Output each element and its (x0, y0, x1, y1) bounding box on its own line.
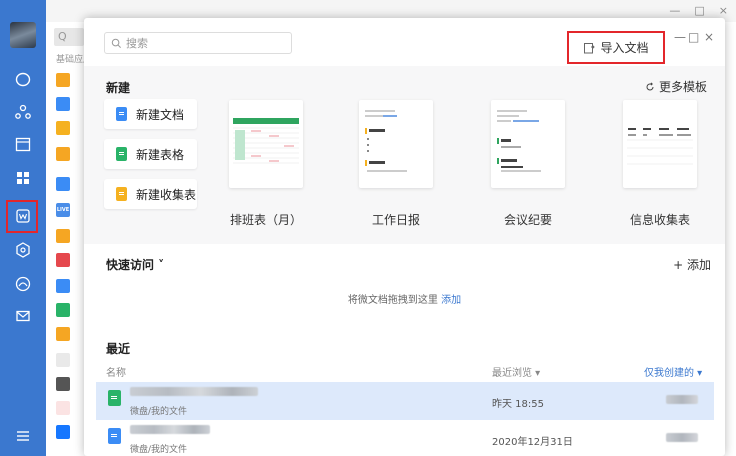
meeting-minutes-thumbnail (497, 110, 541, 172)
new-spreadsheet-label: 新建表格 (136, 147, 185, 162)
column-header-last-browsed[interactable]: 最近浏览 ▾ (492, 364, 540, 379)
table-row[interactable]: 微盘/我的文件 昨天 18:55 (96, 382, 714, 420)
new-spreadsheet-button[interactable]: 新建表格 (104, 139, 197, 169)
live-icon[interactable]: LIVE (56, 203, 70, 217)
template-label-schedule: 排班表（月） (229, 213, 302, 227)
app-icon[interactable] (56, 177, 70, 191)
schedule-thumbnail (233, 118, 299, 164)
table-row[interactable]: 微盘/我的文件 2020年12月31日 (96, 420, 714, 456)
import-icon (584, 42, 596, 53)
drive-icon[interactable] (11, 272, 35, 296)
last-browsed-time: 昨天 18:55 (492, 399, 544, 410)
last-browsed-time: 2020年12月31日 (492, 437, 573, 448)
template-card-info-collection[interactable] (623, 100, 697, 188)
template-card-schedule[interactable] (229, 100, 303, 188)
import-document-button[interactable]: 导入文档 (567, 31, 665, 64)
app-icon[interactable] (56, 229, 70, 243)
import-label: 导入文档 (600, 41, 649, 55)
app-icon[interactable] (56, 97, 70, 111)
new-document-label: 新建文档 (136, 107, 185, 122)
app-icon[interactable] (56, 377, 70, 391)
app-icon[interactable] (56, 279, 70, 293)
maximize-icon[interactable]: □ (694, 4, 704, 17)
column-header-name: 名称 (106, 368, 126, 379)
mini-program-icon[interactable] (11, 238, 35, 262)
app-icon[interactable] (56, 353, 70, 367)
new-form-label: 新建收集表 (136, 187, 197, 202)
dialog-search-input[interactable]: 搜索 (104, 32, 292, 54)
dialog-header: 搜索 导入文档 — □ × (84, 18, 725, 66)
background-search-input[interactable]: Q (54, 28, 84, 46)
minimize-icon[interactable]: — (669, 4, 680, 17)
new-form-button[interactable]: 新建收集表 (104, 179, 197, 209)
dialog-maximize-icon[interactable]: □ (688, 30, 699, 44)
dialog-minimize-icon[interactable]: — (674, 30, 686, 44)
new-document-button[interactable]: 新建文档 (104, 99, 197, 129)
daily-report-thumbnail (365, 110, 407, 172)
app-icon[interactable] (56, 253, 70, 267)
search-placeholder: 搜索 (126, 37, 148, 50)
document-icon (116, 107, 127, 121)
quick-access-hint: 将微文档拖拽到这里 添加 (84, 291, 725, 306)
docs-highlight-box (6, 200, 38, 233)
app-icon[interactable] (56, 73, 70, 87)
file-path: 微盘/我的文件 (130, 407, 188, 417)
file-name-redacted (130, 387, 258, 396)
search-icon (111, 38, 121, 48)
new-section-title: 新建 (106, 81, 131, 95)
avatar[interactable] (10, 22, 36, 48)
app-icon[interactable] (56, 121, 70, 135)
quick-access-title[interactable]: 快速访问 ˅ (106, 256, 164, 273)
app-icon[interactable] (56, 147, 70, 161)
app-icon[interactable] (56, 401, 70, 415)
owner-redacted (666, 395, 698, 404)
template-label-daily-report: 工作日报 (371, 213, 420, 227)
spreadsheet-icon (116, 147, 127, 161)
more-templates-label: 更多模板 (658, 80, 707, 94)
mail-icon[interactable] (11, 304, 35, 328)
app-icon[interactable] (56, 303, 70, 317)
document-icon (108, 428, 121, 444)
template-label-info-collection: 信息收集表 (629, 213, 690, 227)
contacts-icon[interactable] (11, 100, 35, 124)
info-collection-thumbnail (627, 128, 693, 165)
form-icon (116, 187, 127, 201)
quick-access-section: 快速访问 ˅ + 添加 将微文档拖拽到这里 添加 (84, 244, 725, 328)
close-icon[interactable]: × (719, 4, 728, 17)
template-label-meeting-minutes: 会议纪要 (503, 213, 552, 227)
template-card-daily-report[interactable] (359, 100, 433, 188)
workbench-icon[interactable] (11, 166, 35, 190)
quick-access-hint-text: 将微文档拖拽到这里 (347, 295, 438, 306)
template-card-meeting-minutes[interactable] (491, 100, 565, 188)
recent-title: 最近 (106, 342, 131, 356)
filter-created-by-me[interactable]: 仅我创建的 ▾ (644, 364, 702, 379)
app-icon[interactable] (56, 327, 70, 341)
app-icon[interactable] (56, 425, 70, 439)
refresh-icon (646, 81, 654, 90)
menu-icon[interactable] (11, 424, 35, 448)
messages-icon[interactable] (11, 68, 35, 92)
file-path: 微盘/我的文件 (130, 445, 188, 455)
new-section: 新建 更多模板 新建文档 新建表格 新建收集表 排班表（月） 工作日报 会议纪要… (84, 66, 725, 244)
left-nav-rail (0, 0, 46, 456)
quick-access-add-link[interactable]: 添加 (441, 295, 461, 306)
more-templates-link[interactable]: 更多模板 (645, 78, 707, 95)
file-name-redacted (130, 425, 210, 434)
quick-access-add-button[interactable]: + 添加 (673, 256, 711, 273)
owner-redacted (666, 433, 698, 442)
docs-dialog: 搜索 导入文档 — □ × 新建 更多模板 新建文档 新建表格 新建收集表 排班… (84, 18, 725, 456)
spreadsheet-icon (108, 390, 121, 406)
recent-section: 最近 名称 最近浏览 ▾ 仅我创建的 ▾ 微盘/我的文件 昨天 18:55 微盘… (84, 328, 725, 456)
window-controls: — □ × (669, 4, 728, 17)
dialog-close-icon[interactable]: × (704, 30, 714, 44)
calendar-icon[interactable] (11, 132, 35, 156)
